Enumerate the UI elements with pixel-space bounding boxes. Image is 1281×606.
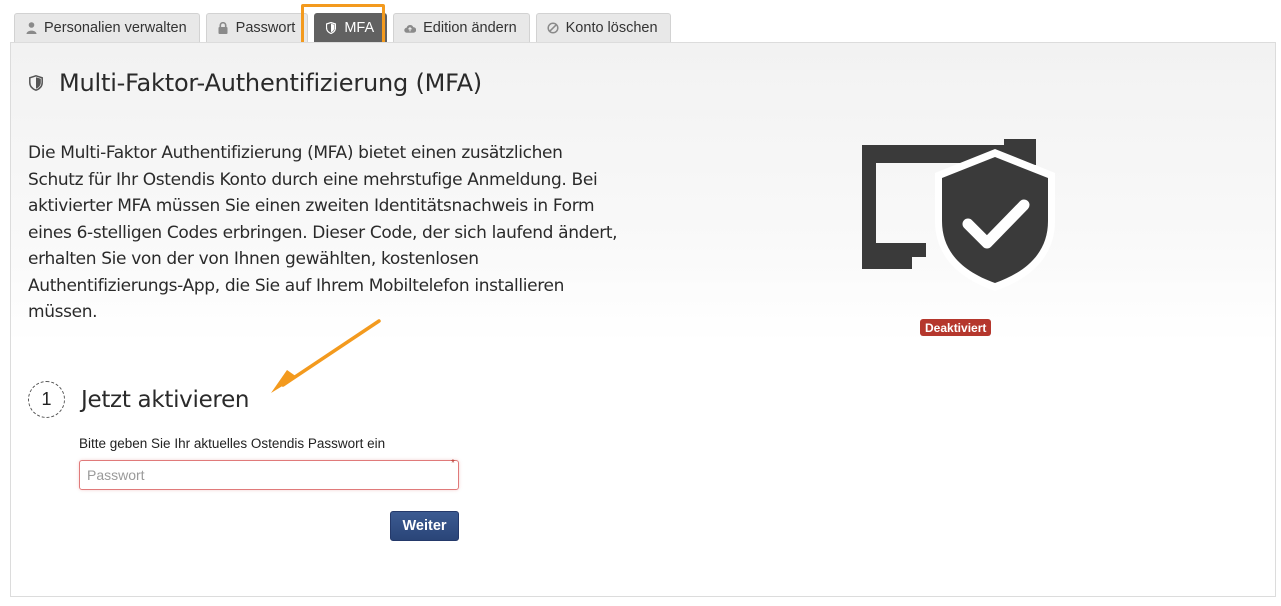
tab-label: Passwort xyxy=(235,20,296,36)
intro-line: aktivierter MFA müssen Sie einen zweiten… xyxy=(28,196,595,216)
intro-text: Die Multi-Faktor Authentifizierung (MFA)… xyxy=(28,140,638,326)
intro-line: Die Multi-Faktor Authentifizierung (MFA)… xyxy=(28,143,563,163)
required-marker: * xyxy=(451,458,455,469)
page-heading: Multi-Faktor-Authentifizierung (MFA) xyxy=(29,69,482,97)
tab-passwort[interactable]: Passwort xyxy=(205,13,309,42)
tab-konto-loeschen[interactable]: Konto löschen xyxy=(535,13,671,42)
tab-label: Edition ändern xyxy=(423,20,517,36)
page-title: Multi-Faktor-Authentifizierung (MFA) xyxy=(59,69,482,97)
continue-button[interactable]: Weiter xyxy=(390,511,459,541)
password-label: Bitte geben Sie Ihr aktuelles Ostendis P… xyxy=(79,436,386,451)
tab-label: Konto löschen xyxy=(565,20,658,36)
intro-line: Authentifizierungs-App, die Sie auf Ihre… xyxy=(28,275,565,296)
ban-icon xyxy=(547,22,559,35)
mfa-panel: Multi-Faktor-Authentifizierung (MFA) Die… xyxy=(10,42,1276,597)
lock-icon xyxy=(217,22,229,35)
step-title: Jetzt aktivieren xyxy=(81,386,250,413)
tab-personalien[interactable]: Personalien verwalten xyxy=(14,13,200,42)
tab-edition-aendern[interactable]: Edition ändern xyxy=(393,13,530,42)
step-activate: 1 Jetzt aktivieren xyxy=(28,381,250,418)
arrow-annotation xyxy=(271,319,381,393)
status-badge: Deaktiviert xyxy=(920,319,992,336)
intro-line: erhalten Sie von der von Ihnen gewählten… xyxy=(28,249,479,269)
user-icon xyxy=(25,22,37,35)
intro-line: eines 6-stelligen Codes erbringen. Diese… xyxy=(28,222,618,243)
tab-label: Personalien verwalten xyxy=(44,20,187,36)
monitor-shield-check-icon xyxy=(862,139,1055,291)
cloud-upload-icon xyxy=(404,22,417,35)
password-input[interactable] xyxy=(79,460,459,490)
shield-icon xyxy=(29,75,43,92)
step-number: 1 xyxy=(28,381,65,418)
intro-line: Schutz für Ihr Ostendis Konto durch eine… xyxy=(28,169,598,190)
